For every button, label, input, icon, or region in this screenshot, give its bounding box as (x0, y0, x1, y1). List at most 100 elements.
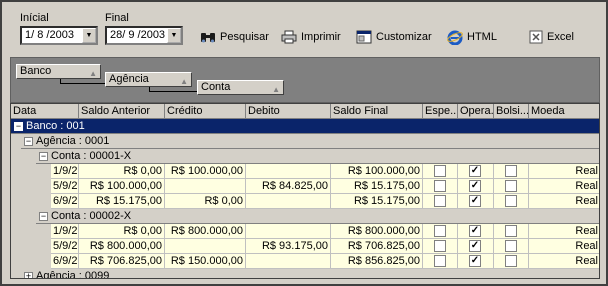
chevron-down-icon[interactable]: ▼ (167, 28, 181, 43)
cell-saldo-anterior[interactable]: R$ 100.000,00 (79, 179, 165, 194)
table-row[interactable]: 1/9/2 R$ 0,00 R$ 100.000,00 R$ 100.000,00 ✓ R… (11, 164, 599, 179)
opera-checkbox[interactable]: ✓ (469, 225, 481, 237)
group-row-agencia[interactable]: + Agência : 0099 (21, 269, 599, 278)
grid-header: Data Saldo Anterior Crédito Debito Saldo… (11, 104, 599, 119)
cell-debito[interactable] (246, 254, 331, 269)
end-date-picker[interactable]: 28/ 9 /2003 ▼ (105, 26, 183, 45)
cell-data[interactable]: 5/9/2 (51, 179, 79, 194)
collapse-icon[interactable]: − (24, 137, 33, 146)
collapse-icon[interactable]: − (39, 212, 48, 221)
cell-debito[interactable] (246, 164, 331, 179)
bolsi-checkbox[interactable] (505, 165, 517, 177)
indent-spacer (11, 239, 51, 254)
cell-opera: ✓ (458, 239, 494, 254)
bolsi-checkbox[interactable] (505, 240, 517, 252)
col-header-bolsi[interactable]: Bolsi... (494, 104, 529, 119)
cell-moeda[interactable]: Real (529, 179, 599, 194)
html-button[interactable]: HTML (447, 28, 497, 46)
cell-saldo-anterior[interactable]: R$ 706.825,00 (79, 254, 165, 269)
espe-checkbox[interactable] (434, 240, 446, 252)
opera-checkbox[interactable]: ✓ (469, 240, 481, 252)
table-row[interactable]: 6/9/2 R$ 706.825,00 R$ 150.000,00 R$ 856.82… (11, 254, 599, 269)
cell-credito[interactable]: R$ 0,00 (165, 194, 246, 209)
customize-button[interactable]: Customizar (356, 28, 432, 46)
cell-saldo-anterior[interactable]: R$ 800.000,00 (79, 239, 165, 254)
col-header-credito[interactable]: Crédito (165, 104, 246, 119)
opera-checkbox[interactable]: ✓ (469, 255, 481, 267)
table-row[interactable]: 5/9/2 R$ 800.000,00 R$ 93.175,00 R$ 706.825… (11, 239, 599, 254)
cell-debito[interactable]: R$ 84.825,00 (246, 179, 331, 194)
cell-debito[interactable] (246, 194, 331, 209)
espe-checkbox[interactable] (434, 255, 446, 267)
internet-explorer-icon (447, 30, 463, 45)
collapse-icon[interactable]: − (14, 122, 23, 131)
group-chip-conta[interactable]: Conta ▲ (197, 80, 284, 95)
collapse-icon[interactable]: − (39, 152, 48, 161)
cell-credito[interactable] (165, 179, 246, 194)
group-chip-banco[interactable]: Banco ▲ (16, 64, 101, 79)
cell-data[interactable]: 5/9/2 (51, 239, 79, 254)
group-chip-agencia[interactable]: Agência ▲ (105, 72, 192, 87)
table-row[interactable]: 1/9/2 R$ 0,00 R$ 800.000,00 R$ 800.000,00 ✓ R… (11, 224, 599, 239)
cell-debito[interactable]: R$ 93.175,00 (246, 239, 331, 254)
report-window: Inícial 1/ 8 /2003 ▼ Final 28/ 9 /2003 ▼… (0, 0, 608, 286)
group-row-conta[interactable]: − Conta : 00001-X (36, 149, 599, 164)
cell-saldo-final[interactable]: R$ 15.175,00 (331, 194, 423, 209)
bolsi-checkbox[interactable] (505, 195, 517, 207)
espe-checkbox[interactable] (434, 225, 446, 237)
group-row-banco[interactable]: − Banco : 001 (11, 119, 599, 134)
opera-checkbox[interactable]: ✓ (469, 180, 481, 192)
cell-saldo-final[interactable]: R$ 100.000,00 (331, 164, 423, 179)
excel-icon (529, 30, 543, 44)
cell-credito[interactable]: R$ 800.000,00 (165, 224, 246, 239)
table-row[interactable]: 6/9/2 R$ 15.175,00 R$ 0,00 R$ 15.175,00 ✓ Rea… (11, 194, 599, 209)
excel-button[interactable]: Excel (529, 28, 574, 46)
cell-saldo-final[interactable]: R$ 15.175,00 (331, 179, 423, 194)
col-header-saldo-anterior[interactable]: Saldo Anterior (79, 104, 165, 119)
search-button[interactable]: Pesquisar (200, 28, 269, 46)
espe-checkbox[interactable] (434, 165, 446, 177)
indent-spacer (11, 194, 51, 209)
excel-button-label: Excel (547, 31, 574, 43)
group-row-agencia[interactable]: − Agência : 0001 (21, 134, 599, 149)
cell-credito[interactable]: R$ 100.000,00 (165, 164, 246, 179)
cell-data[interactable]: 1/9/2 (51, 164, 79, 179)
cell-data[interactable]: 1/9/2 (51, 224, 79, 239)
espe-checkbox[interactable] (434, 195, 446, 207)
bolsi-checkbox[interactable] (505, 225, 517, 237)
cell-saldo-anterior[interactable]: R$ 0,00 (79, 224, 165, 239)
expand-icon[interactable]: + (24, 272, 33, 278)
cell-saldo-final[interactable]: R$ 800.000,00 (331, 224, 423, 239)
chevron-down-icon[interactable]: ▼ (82, 28, 96, 43)
bolsi-checkbox[interactable] (505, 255, 517, 267)
group-row-conta[interactable]: − Conta : 00002-X (36, 209, 599, 224)
cell-debito[interactable] (246, 224, 331, 239)
espe-checkbox[interactable] (434, 180, 446, 192)
col-header-saldo-final[interactable]: Saldo Final (331, 104, 423, 119)
cell-saldo-final[interactable]: R$ 856.825,00 (331, 254, 423, 269)
col-header-espe[interactable]: Espe... (423, 104, 458, 119)
cell-saldo-final[interactable]: R$ 706.825,00 (331, 239, 423, 254)
cell-data[interactable]: 6/9/2 (51, 254, 79, 269)
start-date-picker[interactable]: 1/ 8 /2003 ▼ (20, 26, 98, 45)
col-header-moeda[interactable]: Moeda (529, 104, 599, 119)
col-header-debito[interactable]: Debito (246, 104, 331, 119)
opera-checkbox[interactable]: ✓ (469, 165, 481, 177)
cell-moeda[interactable]: Real (529, 239, 599, 254)
cell-data[interactable]: 6/9/2 (51, 194, 79, 209)
col-header-data[interactable]: Data (11, 104, 79, 119)
cell-moeda[interactable]: Real (529, 224, 599, 239)
cell-moeda[interactable]: Real (529, 194, 599, 209)
group-chip-label: Agência (109, 73, 149, 85)
opera-checkbox[interactable]: ✓ (469, 195, 481, 207)
cell-moeda[interactable]: Real (529, 254, 599, 269)
cell-credito[interactable]: R$ 150.000,00 (165, 254, 246, 269)
cell-moeda[interactable]: Real (529, 164, 599, 179)
cell-credito[interactable] (165, 239, 246, 254)
print-button[interactable]: Imprimir (281, 28, 341, 46)
table-row[interactable]: 5/9/2 R$ 100.000,00 R$ 84.825,00 R$ 15.175,… (11, 179, 599, 194)
col-header-opera[interactable]: Opera... (458, 104, 494, 119)
cell-saldo-anterior[interactable]: R$ 15.175,00 (79, 194, 165, 209)
cell-saldo-anterior[interactable]: R$ 0,00 (79, 164, 165, 179)
bolsi-checkbox[interactable] (505, 180, 517, 192)
